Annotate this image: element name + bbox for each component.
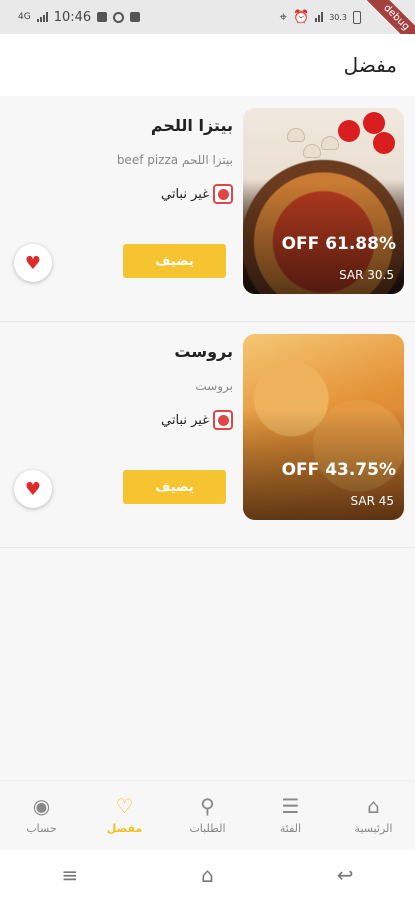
heart-icon[interactable]: ♥ <box>14 244 52 282</box>
item-title: بروست <box>174 342 233 361</box>
item-description: بروست <box>195 379 233 393</box>
nav-account[interactable]: ◉ حساب <box>7 796 77 835</box>
network-label: 4G <box>18 12 31 22</box>
alarm-icon: ⏰ <box>293 9 310 25</box>
gmail-icon <box>97 12 108 22</box>
home-icon: ⌂ <box>367 794 380 818</box>
bottom-navigation: ⌂ الرئيسية ☰ الفئة ⚲ الطلبات ♡ مفضل ◉ حس… <box>0 780 415 850</box>
nav-orders[interactable]: ⚲ الطلبات <box>173 796 243 835</box>
home-icon[interactable]: ⌂ <box>201 863 214 887</box>
clock: 10:46 <box>53 9 92 25</box>
back-icon[interactable]: ↩ <box>337 863 354 887</box>
orders-icon: ⚲ <box>200 794 215 818</box>
page-title: مفضل <box>343 53 397 77</box>
heart-icon: ♡ <box>115 794 134 818</box>
veg-label: غير نباتي <box>161 186 209 202</box>
nav-category[interactable]: ☰ الفئة <box>256 796 326 835</box>
veg-label: غير نباتي <box>161 412 209 428</box>
nav-home[interactable]: ⌂ الرئيسية <box>339 796 409 835</box>
price-label: SAR 45 <box>350 494 394 508</box>
system-navigation: ≡ ⌂ ↩ <box>0 850 415 900</box>
app-bar: مفضل <box>0 34 415 96</box>
add-button[interactable]: يضيف <box>123 244 226 278</box>
non-veg-icon <box>213 410 233 430</box>
item-description: beef pizza بيتزا اللحم <box>116 153 233 167</box>
veg-indicator: غير نباتي <box>161 184 233 204</box>
price-label: SAR 30.5 <box>339 268 394 282</box>
heart-icon[interactable]: ♥ <box>14 470 52 508</box>
nav-favorites[interactable]: ♡ مفضل <box>90 796 160 835</box>
item-title: بيتزا اللحم <box>150 116 233 135</box>
chicken-image: OFF 43.75% SAR 45 <box>243 334 404 520</box>
facebook-icon <box>130 12 141 22</box>
non-veg-icon <box>213 184 233 204</box>
category-icon: ☰ <box>281 794 300 818</box>
favorite-card[interactable]: OFF 61.88% SAR 30.5 بيتزا اللحم beef piz… <box>0 96 415 322</box>
account-icon: ◉ <box>32 794 51 818</box>
discount-label: OFF 61.88% <box>281 234 396 254</box>
menu-icon[interactable]: ≡ <box>61 863 78 887</box>
favorite-card[interactable]: OFF 43.75% SAR 45 بروست بروست غير نباتي … <box>0 322 415 548</box>
veg-indicator: غير نباتي <box>161 410 233 430</box>
battery-label: 30.3 <box>329 12 347 22</box>
discount-label: OFF 43.75% <box>281 460 396 480</box>
status-bar: 4G 10:46 ⌖ ⏰ 30.3 debug <box>0 0 415 56</box>
add-button[interactable]: يضيف <box>123 470 226 504</box>
signal-icon <box>36 12 48 22</box>
pizza-image: OFF 61.88% SAR 30.5 <box>243 108 404 294</box>
wifi-icon <box>315 12 324 22</box>
location-dot-icon <box>113 11 125 23</box>
location-icon: ⌖ <box>279 9 287 25</box>
battery-icon <box>353 10 361 24</box>
